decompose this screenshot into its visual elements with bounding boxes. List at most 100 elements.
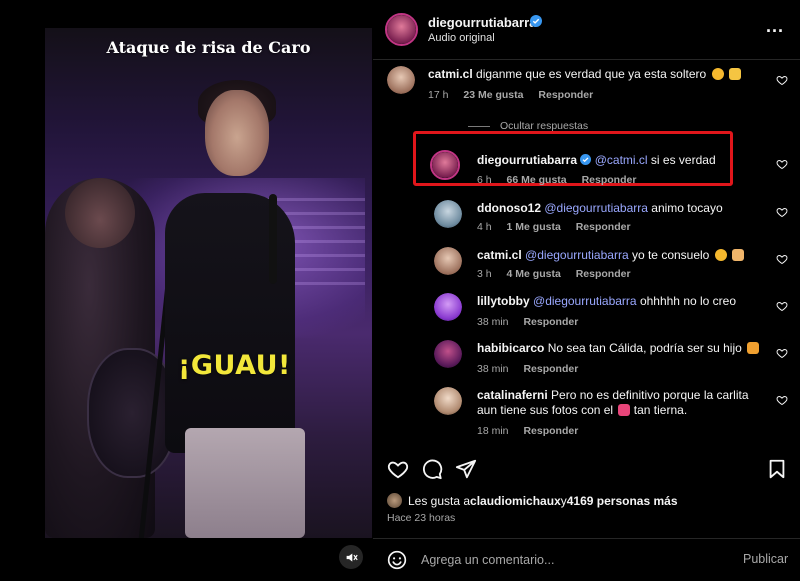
reply-time: 38 min — [477, 316, 509, 328]
reply-button[interactable]: Responder — [576, 268, 631, 280]
reply-avatar[interactable] — [434, 247, 462, 275]
share-paper-plane-icon[interactable] — [455, 458, 477, 480]
liker-avatar — [387, 493, 402, 508]
reply-button[interactable]: Responder — [538, 89, 593, 101]
reply-username[interactable]: habibicarco — [477, 341, 544, 355]
pensive-emoji-icon — [711, 68, 724, 80]
reply-text: diegourrutiabarra @catmi.cl si es verdad — [477, 152, 716, 169]
reply-item: catalinaferni Pero no es definitivo porq… — [373, 385, 800, 441]
comment-likes[interactable]: 23 Me gusta — [463, 89, 523, 101]
reply-time: 38 min — [477, 363, 509, 375]
reply-text: lillytobby @diegourrutiabarra ohhhhh no … — [477, 293, 736, 310]
post-header: diegourrutiabarra Audio original ... — [373, 0, 800, 60]
reply-avatar[interactable] — [430, 150, 460, 180]
comment-composer: Publicar — [373, 538, 800, 581]
post-timestamp: Hace 23 horas — [387, 512, 456, 524]
reply-meta: 38 min Responder — [477, 316, 590, 328]
microphone — [269, 194, 277, 284]
like-heart-icon[interactable] — [776, 74, 788, 86]
reply-body: animo tocayo — [651, 201, 723, 215]
divider-dash — [468, 125, 490, 127]
like-heart-icon[interactable] — [776, 253, 788, 265]
muted-speaker-icon — [346, 552, 358, 562]
audio-label[interactable]: Audio original — [428, 32, 495, 44]
waving-hand-emoji-icon — [728, 68, 741, 80]
reply-username[interactable]: lillytobby — [477, 294, 530, 308]
comment-bubble-icon[interactable] — [421, 458, 443, 480]
more-options-button[interactable]: ... — [766, 16, 784, 37]
reply-mention[interactable]: @diegourrutiabarra — [525, 248, 629, 262]
comment-item: catmi.cl diganme que es verdad que ya es… — [373, 62, 800, 108]
reply-meta: 6 h 66 Me gusta Responder — [477, 174, 648, 186]
reply-username[interactable]: ddonoso12 — [477, 201, 541, 215]
reply-time: 3 h — [477, 268, 492, 280]
reply-body: yo te consuelo — [631, 248, 710, 262]
like-heart-icon[interactable] — [776, 394, 788, 406]
reply-avatar[interactable] — [434, 200, 462, 228]
reel-video[interactable]: Ataque de risa de Caro ¡GUAU! — [45, 28, 372, 538]
liker-username[interactable]: claudiomichaux — [470, 494, 561, 508]
reply-text: ddonoso12 @diegourrutiabarra animo tocay… — [477, 200, 723, 217]
comment-meta: 17 h 23 Me gusta Responder — [428, 89, 605, 101]
comment-input[interactable] — [421, 549, 721, 571]
author-username[interactable]: diegourrutiabarra — [428, 15, 536, 30]
emoji-picker-icon[interactable] — [387, 550, 407, 570]
reply-button[interactable]: Responder — [523, 316, 578, 328]
reply-button[interactable]: Responder — [582, 174, 637, 186]
reply-avatar[interactable] — [434, 340, 462, 368]
reply-text: habibicarco No sea tan Cálida, podría se… — [477, 340, 760, 357]
likes-summary[interactable]: Les gusta a claudiomichaux y 4169 person… — [387, 493, 678, 508]
reply-mention[interactable]: @catmi.cl — [595, 153, 648, 167]
reply-button[interactable]: Responder — [523, 425, 578, 437]
reply-likes[interactable]: 1 Me gusta — [507, 221, 561, 233]
reply-time: 4 h — [477, 221, 492, 233]
reply-body: Pero no es definitivo porque la carlita — [551, 388, 749, 402]
author-avatar[interactable] — [385, 13, 418, 46]
reply-username[interactable]: catalinaferni — [477, 388, 548, 402]
reply-time: 18 min — [477, 425, 509, 437]
post-actions — [373, 450, 800, 486]
reply-item: diegourrutiabarra @catmi.cl si es verdad… — [373, 148, 800, 190]
publish-button[interactable]: Publicar — [743, 552, 788, 566]
reply-mention[interactable]: @diegourrutiabarra — [533, 294, 637, 308]
mute-button[interactable] — [339, 545, 363, 569]
likes-count[interactable]: 4169 personas más — [567, 494, 678, 508]
likes-prefix: Les gusta a — [408, 493, 471, 508]
reply-likes[interactable]: 66 Me gusta — [507, 174, 567, 186]
like-heart-icon[interactable] — [776, 158, 788, 170]
reply-avatar[interactable] — [434, 387, 462, 415]
reply-body: aun tiene sus fotos con el — [477, 403, 614, 417]
reply-button[interactable]: Responder — [576, 221, 631, 233]
verified-badge-icon — [580, 154, 592, 165]
reply-username[interactable]: catmi.cl — [477, 248, 522, 262]
like-heart-icon[interactable] — [776, 300, 788, 312]
bookmark-icon[interactable] — [766, 458, 788, 480]
reply-avatar[interactable] — [434, 293, 462, 321]
reply-username[interactable]: diegourrutiabarra — [477, 153, 577, 167]
reply-meta: 38 min Responder — [477, 363, 590, 375]
pink-heart-emoji-icon — [618, 404, 631, 416]
singer-head — [205, 90, 269, 176]
commenter-avatar[interactable] — [387, 66, 415, 94]
reply-likes[interactable]: 4 Me gusta — [507, 268, 561, 280]
reply-item: habibicarco No sea tan Cálida, podría se… — [373, 338, 800, 378]
reply-mention[interactable]: @diegourrutiabarra — [544, 201, 648, 215]
reply-button[interactable]: Responder — [523, 363, 578, 375]
pensive-emoji-icon — [714, 249, 727, 261]
comment-time: 17 h — [428, 89, 449, 101]
person-emoji-icon — [747, 342, 760, 354]
like-heart-icon[interactable] — [776, 206, 788, 218]
reply-item: ddonoso12 @diegourrutiabarra animo tocay… — [373, 198, 800, 238]
like-heart-icon[interactable] — [387, 458, 409, 480]
comments-panel: diegourrutiabarra Audio original ... cat… — [373, 0, 800, 581]
reply-body: No sea tan Cálida, podría ser su hijo — [547, 341, 742, 355]
reply-meta: 4 h 1 Me gusta Responder — [477, 221, 643, 233]
reply-body: si es verdad — [650, 153, 716, 167]
video-caption: ¡GUAU! — [178, 350, 291, 381]
singer-pants — [185, 428, 305, 538]
comment-username[interactable]: catmi.cl — [428, 67, 473, 81]
reply-body: ohhhhh no lo creo — [639, 294, 737, 308]
comment-text: catmi.cl diganme que es verdad que ya es… — [428, 66, 741, 83]
like-heart-icon[interactable] — [776, 347, 788, 359]
reply-meta: 3 h 4 Me gusta Responder — [477, 268, 643, 280]
